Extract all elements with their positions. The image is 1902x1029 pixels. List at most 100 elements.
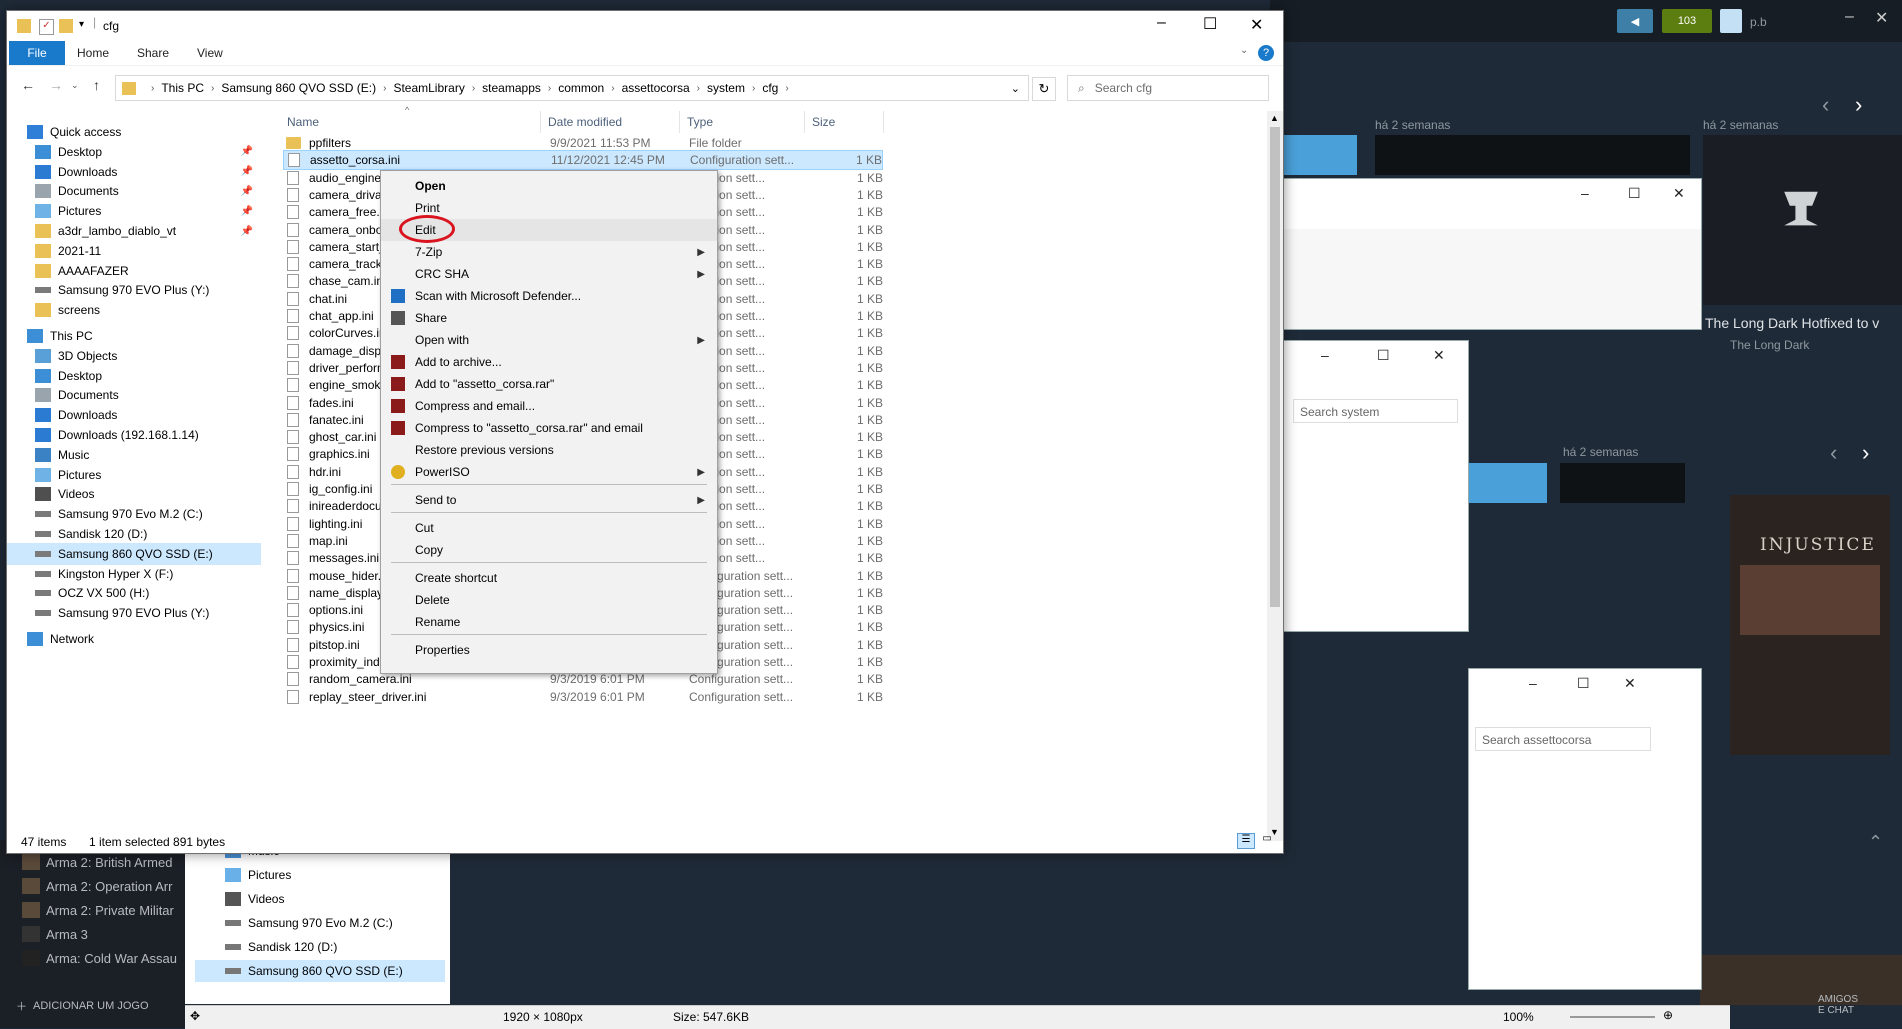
nav-item[interactable]: Videos — [225, 888, 445, 910]
news-image[interactable] — [1375, 135, 1690, 175]
menu-item-restore-previous-versions[interactable]: Restore previous versions — [381, 439, 717, 461]
menu-item-delete[interactable]: Delete — [381, 589, 717, 611]
steam-username[interactable]: p.b — [1750, 15, 1767, 29]
scroll-up-icon[interactable]: ▲ — [1270, 113, 1279, 123]
sidebar-item[interactable]: Downloads 📌 — [7, 161, 261, 183]
zoom-in-icon[interactable]: ⊕ — [1663, 1008, 1673, 1022]
nav-network[interactable]: Network — [7, 628, 261, 650]
nav-item[interactable]: Sandisk 120 (D:) — [225, 936, 445, 958]
avatar[interactable] — [1720, 9, 1742, 33]
address-bar[interactable]: › This PC › Samsung 860 QVO SSD (E:) › Ste… — [115, 75, 1029, 101]
menu-item-share[interactable]: Share — [381, 307, 717, 329]
news-image[interactable] — [1282, 135, 1357, 175]
carousel-prev-icon[interactable]: ‹ — [1822, 92, 1829, 118]
file-row[interactable]: replay_steer_driver.ini 9/3/2019 6:01 PM C… — [283, 687, 883, 707]
menu-item-poweriso[interactable]: PowerISO ▶ — [381, 461, 717, 483]
search-input[interactable]: Search system — [1293, 399, 1458, 423]
nav-item[interactable]: Samsung 860 QVO SSD (E:) — [195, 960, 445, 982]
pin-icon[interactable]: 📌 — [241, 186, 253, 197]
pin-icon[interactable]: 📌 — [241, 146, 253, 157]
sidebar-item[interactable]: a3dr_lambo_diablo_vt 📌 — [7, 220, 261, 242]
minimize-icon[interactable]: – — [1321, 347, 1329, 363]
news-image[interactable] — [1560, 463, 1685, 503]
back-window-2[interactable]: – ☐ ✕ Search system — [1282, 340, 1469, 632]
friends-chat-button[interactable]: AMIGOS E CHAT — [1818, 994, 1858, 1016]
sidebar-item[interactable]: Pictures 📌 — [7, 200, 261, 222]
back-icon[interactable]: ← — [21, 77, 35, 93]
column-header-size[interactable]: Size — [812, 111, 835, 133]
close-icon[interactable]: ✕ — [1250, 15, 1263, 35]
sidebar-item[interactable]: Samsung 970 EVO Plus (Y:) — [7, 602, 261, 624]
nav-item[interactable]: Pictures — [225, 864, 445, 886]
close-icon[interactable]: ✕ — [1433, 347, 1445, 364]
tab-home[interactable]: Home — [77, 41, 109, 65]
breadcrumb-item[interactable]: This PC — [161, 81, 204, 95]
breadcrumb-item[interactable]: Samsung 860 QVO SSD (E:) — [221, 81, 376, 95]
tab-share[interactable]: Share — [137, 41, 169, 65]
minimize-icon[interactable]: – — [1529, 675, 1537, 691]
scroll-thumb[interactable] — [1270, 127, 1280, 607]
menu-item-properties[interactable]: Properties — [381, 639, 717, 661]
game-cover[interactable] — [1700, 955, 1902, 1005]
news-game[interactable]: The Long Dark — [1730, 338, 1809, 352]
sidebar-item[interactable]: Kingston Hyper X (F:) — [7, 563, 261, 585]
minimize-icon[interactable]: – — [1845, 8, 1854, 26]
breadcrumb-item[interactable]: system — [707, 81, 745, 95]
news-title[interactable]: The Long Dark Hotfixed to v — [1705, 315, 1879, 331]
breadcrumb-item[interactable]: assettocorsa — [622, 81, 690, 95]
announce-button[interactable]: ◀ — [1617, 9, 1653, 33]
back-window-3[interactable]: – ☐ ✕ Search assettocorsa — [1468, 668, 1702, 990]
menu-item-add-to-archive[interactable]: Add to archive... — [381, 351, 717, 373]
game-item[interactable]: Arma: Cold War Assau — [22, 950, 177, 966]
minimize-icon[interactable]: – — [1581, 185, 1589, 201]
tab-file[interactable]: File — [9, 41, 65, 65]
collapse-icon[interactable]: ⌃ — [1868, 832, 1883, 853]
nav-item[interactable]: Samsung 970 Evo M.2 (C:) — [225, 912, 445, 934]
vertical-scrollbar[interactable]: ▲ ▼ — [1267, 111, 1283, 841]
minimize-icon[interactable]: – — [1157, 14, 1166, 32]
menu-item-rename[interactable]: Rename — [381, 611, 717, 633]
game-item[interactable]: Arma 3 — [22, 926, 88, 942]
sidebar-item[interactable]: Samsung 970 EVO Plus (Y:) — [7, 279, 261, 301]
properties-icon[interactable]: ✓ — [39, 19, 54, 35]
breadcrumb-item[interactable]: steamapps — [482, 81, 541, 95]
sidebar-item[interactable]: Samsung 970 Evo M.2 (C:) — [7, 503, 261, 525]
menu-item-add-to-assetto-corsa-rar[interactable]: Add to "assetto_corsa.rar" — [381, 373, 717, 395]
search-input[interactable]: ⌕ Search cfg — [1067, 75, 1269, 101]
breadcrumb-item[interactable]: SteamLibrary — [393, 81, 464, 95]
title-bar[interactable]: ✓ ▾ | cfg – ☐ ✕ — [7, 11, 1283, 41]
refresh-icon[interactable]: ↻ — [1032, 77, 1056, 101]
injustice-cover[interactable]: INJUSTICE — [1730, 495, 1890, 755]
column-header-name[interactable]: Name — [287, 111, 319, 133]
carousel-prev-icon[interactable]: ‹ — [1830, 440, 1837, 466]
zoom-slider[interactable] — [1570, 1016, 1655, 1018]
column-header-type[interactable]: Type — [687, 111, 713, 133]
news-image[interactable] — [1465, 463, 1547, 503]
maximize-icon[interactable]: ☐ — [1628, 185, 1641, 202]
menu-item-send-to[interactable]: Send to ▶ — [381, 489, 717, 511]
sidebar-item[interactable]: OCZ VX 500 (H:) — [7, 582, 261, 604]
help-icon[interactable]: ? — [1258, 45, 1274, 61]
sidebar-item[interactable]: Documents 📌 — [7, 180, 261, 202]
menu-item-7-zip[interactable]: 7-Zip ▶ — [381, 241, 717, 263]
menu-item-compress-and-email[interactable]: Compress and email... — [381, 395, 717, 417]
sidebar-item[interactable]: Downloads (192.168.1.14) — [7, 424, 261, 446]
menu-item-compress-to-assetto-corsa-rar-and-email[interactable]: Compress to "assetto_corsa.rar" and emai… — [381, 417, 717, 439]
menu-item-scan-with-microsoft-defender[interactable]: Scan with Microsoft Defender... — [381, 285, 717, 307]
sidebar-item[interactable]: Desktop — [7, 365, 261, 387]
menu-item-open[interactable]: Open — [381, 175, 717, 197]
nav-quick-access[interactable]: Quick access — [7, 121, 261, 143]
sidebar-item[interactable]: AAAAFAZER — [7, 260, 261, 282]
sidebar-item[interactable]: Desktop 📌 — [7, 141, 261, 163]
sidebar-item[interactable]: Samsung 860 QVO SSD (E:) — [7, 542, 261, 565]
nav-this-pc[interactable]: This PC — [7, 325, 261, 347]
breadcrumb-item[interactable]: common — [558, 81, 604, 95]
qat-dropdown-icon[interactable]: ▾ — [79, 19, 84, 30]
new-folder-icon[interactable] — [59, 19, 73, 33]
sidebar-item[interactable]: Pictures — [7, 464, 261, 486]
sidebar-item[interactable]: 3D Objects — [7, 345, 261, 367]
back-window-nav[interactable]: Music Pictures Videos Samsung 970 Evo M.… — [185, 838, 450, 1004]
breadcrumb-item[interactable]: cfg — [762, 81, 778, 95]
recent-dropdown-icon[interactable]: ⌄ — [71, 80, 79, 91]
sidebar-item[interactable]: Downloads — [7, 404, 261, 426]
